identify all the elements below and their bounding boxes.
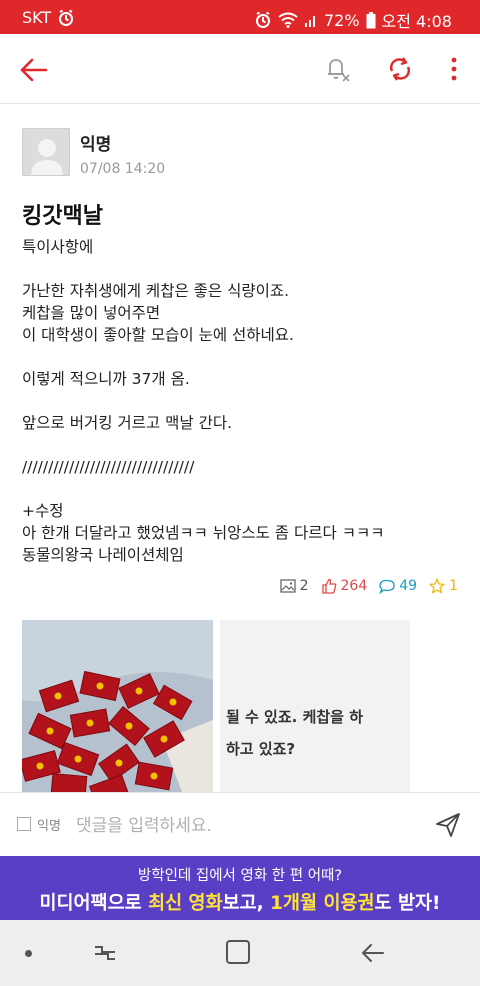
nav-dot-icon[interactable] xyxy=(25,950,32,957)
image-count: 2 xyxy=(279,578,309,594)
anonymous-checkbox[interactable] xyxy=(17,817,31,831)
thumbnail-text-line-1: 될 수 있죠. 케찹을 하 xyxy=(226,708,363,726)
post-datetime: 07/08 14:20 xyxy=(80,161,166,177)
ad-banner[interactable]: 방학인데 집에서 영화 한 편 어때? 미디어팩으로 최신 영화보고, 1개월 … xyxy=(0,856,480,920)
default-avatar-icon xyxy=(31,139,63,175)
wifi-icon xyxy=(278,12,298,28)
thumbs-up-icon xyxy=(321,578,336,594)
carrier-label: SKT xyxy=(22,8,52,27)
like-count-value: 264 xyxy=(340,578,368,594)
image-icon xyxy=(279,579,296,593)
post-author: 익명 07/08 14:20 xyxy=(22,128,165,177)
scrap-count-value: 1 xyxy=(449,578,458,594)
thumbnail-text-line-2: 하고 있죠? xyxy=(226,740,296,758)
status-right: 72% 오전 4:08 xyxy=(254,8,452,32)
like-count[interactable]: 264 xyxy=(321,578,368,594)
recent-apps-icon xyxy=(95,946,115,960)
recent-apps-button[interactable] xyxy=(92,940,118,966)
post-title: 킹갓맥날 xyxy=(22,204,103,229)
image-count-value: 2 xyxy=(299,578,309,594)
banner-line-1: 방학인데 집에서 영화 한 편 어때? xyxy=(137,868,343,884)
arrow-left-icon xyxy=(20,58,48,82)
bell-off-icon xyxy=(328,59,350,82)
back-button[interactable] xyxy=(18,56,52,84)
more-options-button[interactable] xyxy=(442,54,466,84)
banner-line-2: 미디어팩으로 최신 영화보고, 1개월 이용권도 받자! xyxy=(0,889,480,915)
status-left: SKT xyxy=(22,8,75,27)
banner-highlight-1: 최신 영화 xyxy=(148,893,223,914)
post-image-thumbnail[interactable] xyxy=(22,620,213,792)
send-button[interactable] xyxy=(434,811,462,839)
refresh-icon xyxy=(390,57,410,81)
post-stats: 2 264 49 1 xyxy=(279,578,458,594)
battery-percent: 72% xyxy=(323,10,360,30)
comment-input[interactable]: 댓글을 입력하세요. xyxy=(76,811,212,836)
alarm-icon xyxy=(57,9,75,27)
alarm-icon xyxy=(254,11,272,29)
author-meta: 익명 07/08 14:20 xyxy=(80,128,165,177)
scrap-count[interactable]: 1 xyxy=(429,578,458,594)
ketchup-packets-photo xyxy=(22,620,213,792)
star-icon xyxy=(429,578,445,594)
app-bar xyxy=(0,34,480,104)
banner-text-3: 도 받자! xyxy=(374,893,441,914)
system-nav-bar xyxy=(0,920,480,986)
comment-icon xyxy=(379,579,395,594)
avatar xyxy=(22,128,70,176)
clock: 오전 4:08 xyxy=(381,12,452,31)
battery-icon xyxy=(366,11,376,29)
signal-icon xyxy=(304,12,318,28)
comment-count[interactable]: 49 xyxy=(379,578,417,594)
post-body: 특이사항에 가난한 자취생에게 케찹은 좋은 식량이죠. 케찹을 많이 넣어주면… xyxy=(22,238,385,564)
refresh-button[interactable] xyxy=(385,54,415,84)
post-image-thumbnail-2[interactable]: 될 수 있죠. 케찹을 하 하고 있죠? xyxy=(220,620,410,792)
back-arrow-icon xyxy=(362,944,384,962)
system-back-button[interactable] xyxy=(360,940,386,966)
author-name: 익명 xyxy=(80,135,112,155)
notification-toggle-button[interactable] xyxy=(322,54,352,84)
status-bar: SKT 72% 오전 4:08 xyxy=(0,0,480,34)
anonymous-label: 익명 xyxy=(37,819,61,834)
banner-text-2: 보고, xyxy=(222,893,271,914)
send-icon xyxy=(436,813,460,837)
more-vertical-icon xyxy=(451,57,457,81)
comment-bar: 익명 댓글을 입력하세요. xyxy=(0,792,480,856)
banner-text-1: 미디어팩으로 xyxy=(39,893,149,914)
comment-count-value: 49 xyxy=(399,578,418,594)
banner-highlight-2: 1개월 이용권 xyxy=(270,893,375,914)
home-button[interactable] xyxy=(226,940,250,964)
